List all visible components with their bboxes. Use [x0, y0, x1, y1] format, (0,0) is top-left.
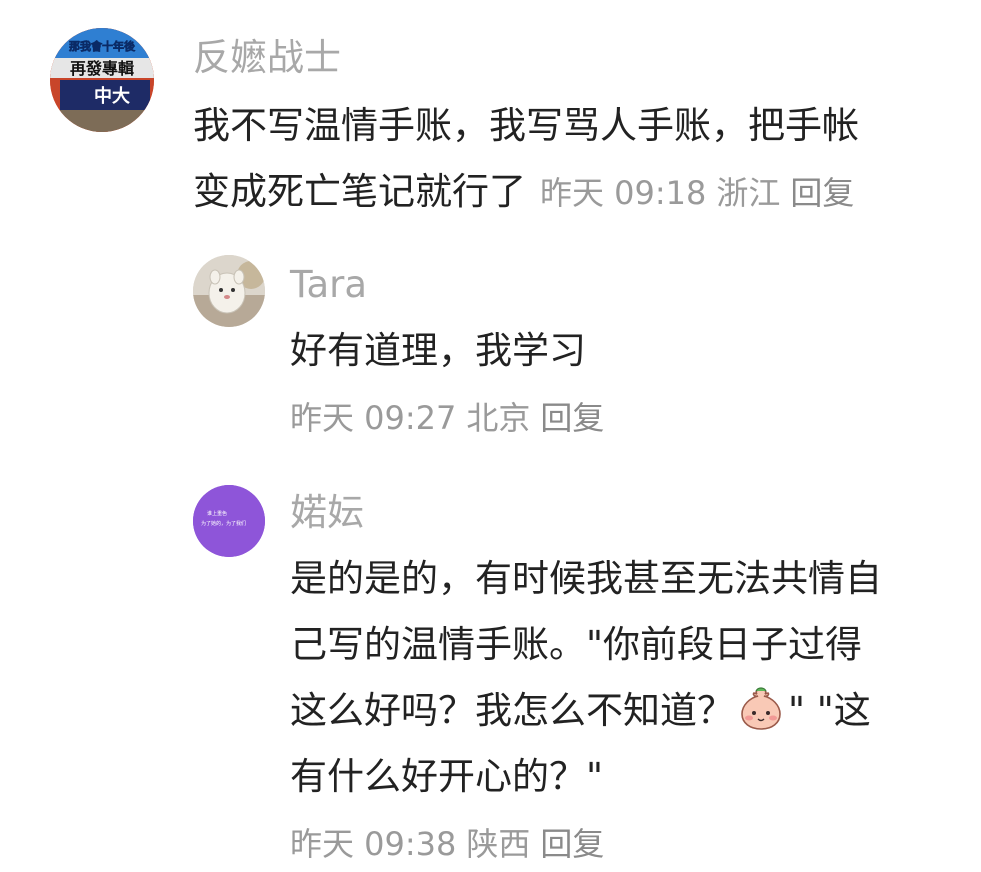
shy-face-emoji	[738, 685, 784, 752]
comment-line: " "这	[788, 689, 871, 732]
comment-line-with-meta: 变成死亡笔记就行了 昨天 09:18 浙江 回复	[193, 159, 864, 225]
comment-line: 有什么好开心的？"	[290, 755, 604, 798]
reply-button[interactable]: 回复	[790, 174, 854, 212]
reply-button[interactable]: 回复	[540, 825, 604, 863]
username[interactable]: Tara	[290, 263, 367, 307]
comment-text: 好有道理，我学习	[290, 318, 586, 384]
avatar-line-2: 为了她的，为了我们	[201, 520, 246, 527]
comment-line: 是的是的，有时候我甚至无法共情自	[290, 557, 882, 600]
avatar-line-1: 谁上重色	[207, 510, 227, 517]
comment-line: 好有道理，我学习	[290, 329, 586, 372]
avatar-image	[193, 255, 265, 327]
avatar-line-2: 再發專輯	[70, 59, 134, 78]
avatar-line-3: 中大	[94, 85, 130, 107]
location: 陕西	[466, 825, 531, 863]
user-avatar[interactable]: 那我會十年後 再發專輯 中大	[50, 28, 154, 132]
user-avatar[interactable]: 谁上重色 为了她的，为了我们	[193, 485, 265, 557]
comment-line-with-emoji: 这么好吗？我怎么不知道？ " "这	[290, 678, 882, 744]
location: 北京	[466, 399, 531, 437]
comment-line: 变成死亡笔记就行了	[193, 170, 526, 213]
reply-button[interactable]: 回复	[540, 399, 604, 437]
avatar-image: 那我會十年後 再發專輯 中大	[50, 28, 154, 132]
comment-meta: 昨天 09:38 陕西 回复	[290, 824, 614, 864]
comment-line: 我不写温情手账，我写骂人手账，把手帐	[193, 104, 859, 147]
comment-meta: 昨天 09:18 浙江 回复	[540, 174, 864, 212]
timestamp: 昨天 09:18	[540, 174, 707, 212]
timestamp: 昨天 09:38	[290, 825, 457, 863]
user-avatar[interactable]	[193, 255, 265, 327]
username[interactable]: 反嬷战士	[193, 36, 341, 80]
comment-line: 这么好吗？我怎么不知道？	[290, 689, 734, 732]
comment-line: 己写的温情手账。"你前段日子过得	[290, 623, 863, 666]
avatar-image: 谁上重色 为了她的，为了我们	[193, 485, 265, 557]
timestamp: 昨天 09:27	[290, 399, 457, 437]
username[interactable]: 婼妘	[290, 491, 364, 535]
comment-meta: 昨天 09:27 北京 回复	[290, 398, 614, 438]
comment-text: 我不写温情手账，我写骂人手账，把手帐 变成死亡笔记就行了 昨天 09:18 浙江 回复	[193, 93, 864, 225]
comment-text: 是的是的，有时候我甚至无法共情自 己写的温情手账。"你前段日子过得 这么好吗？我…	[290, 546, 882, 810]
avatar-line-1: 那我會十年後	[69, 39, 136, 53]
location: 浙江	[716, 174, 781, 212]
